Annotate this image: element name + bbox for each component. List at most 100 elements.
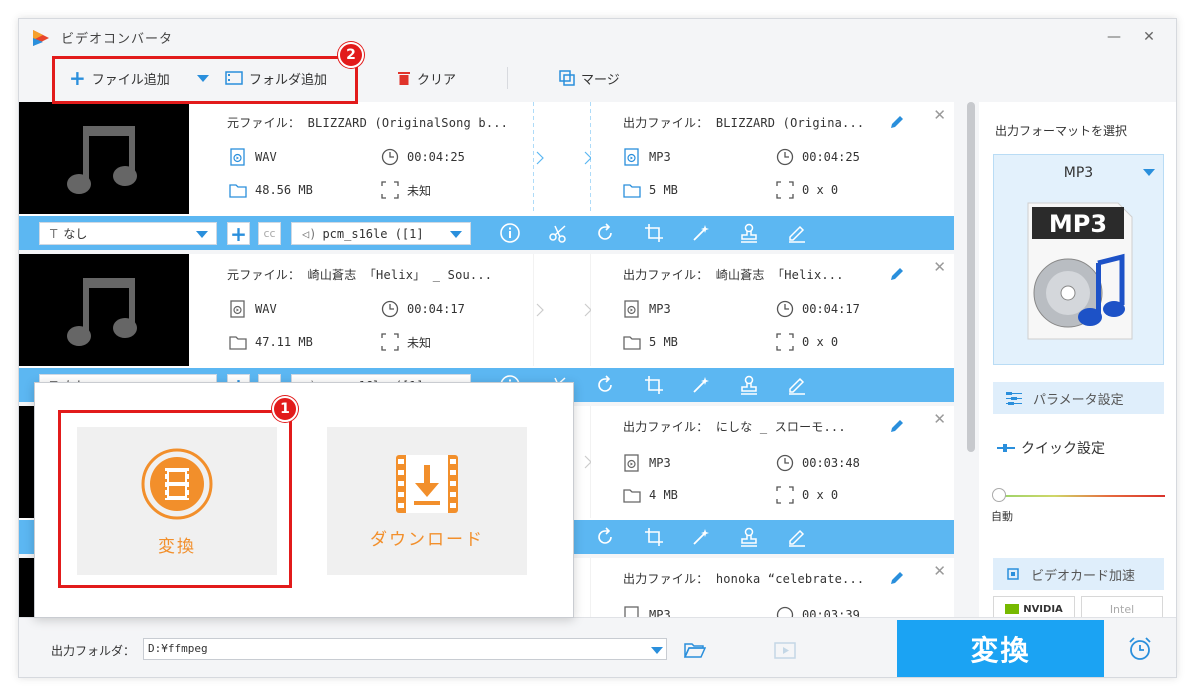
output-format-title: 出力フォーマットを選択: [995, 124, 1128, 138]
step-badge-1: 1: [272, 396, 298, 422]
item-body: 元ファイル： BLIZZARD (OriginalSong b... WAV 0…: [19, 102, 954, 216]
open-folder-icon[interactable]: [684, 642, 706, 658]
source-format-value: WAV: [255, 150, 277, 164]
output-resolution-value: 0 x 0: [802, 183, 839, 197]
crop-icon[interactable]: [643, 222, 665, 244]
cc-button[interactable]: cc: [258, 222, 281, 245]
output-resolution: 0 x 0: [776, 333, 838, 351]
preview-folder-icon[interactable]: [774, 640, 798, 660]
info-icon[interactable]: [499, 222, 521, 244]
plus-icon: +: [230, 221, 247, 246]
add-subtitle-button[interactable]: +: [227, 222, 250, 245]
edit-pencil-icon[interactable]: [889, 266, 905, 282]
minimize-icon[interactable]: —: [1104, 27, 1124, 47]
source-size: 47.11 MB: [229, 333, 313, 351]
merge-button[interactable]: マージ: [559, 67, 620, 89]
audio-file-icon: [624, 300, 639, 318]
gpu-acceleration-button[interactable]: ビデオカード加速: [993, 558, 1164, 590]
output-format: MP3: [623, 148, 671, 166]
watermark-stamp-icon[interactable]: [738, 222, 760, 244]
effect-wand-icon[interactable]: [690, 526, 712, 548]
crop-icon[interactable]: [643, 374, 665, 396]
watermark-stamp-icon[interactable]: [738, 526, 760, 548]
watermark-stamp-icon[interactable]: [738, 374, 760, 396]
source-resolution: 未知: [381, 181, 431, 199]
mp3-icon-text: MP3: [1049, 210, 1107, 238]
remove-item-icon[interactable]: ✕: [933, 410, 946, 428]
convert-button[interactable]: 変換: [897, 620, 1104, 677]
edit-pencil-icon[interactable]: [889, 114, 905, 130]
source-resolution-value: 未知: [407, 335, 432, 350]
parameter-settings-button[interactable]: パラメータ設定: [993, 382, 1164, 414]
resolution-icon: [776, 333, 794, 351]
rotate-icon[interactable]: [594, 374, 616, 396]
download-film-icon: [396, 454, 458, 513]
selected-format: MP3: [1063, 165, 1094, 181]
caret-down-icon: [196, 231, 208, 238]
edit-meta-icon[interactable]: [786, 526, 808, 548]
edit-pencil-icon[interactable]: [889, 570, 905, 586]
folder-icon: [229, 184, 247, 198]
quick-settings: クイック設定: [997, 438, 1105, 458]
output-duration: 00:03:48: [776, 454, 860, 472]
music-note-icon: [67, 126, 137, 194]
folder-icon: [623, 184, 641, 198]
merge-icon: [559, 70, 575, 86]
sliders-icon: [1006, 392, 1022, 405]
source-format: WAV: [229, 300, 277, 318]
remove-item-icon[interactable]: ✕: [933, 562, 946, 580]
output-duration: 00:04:17: [776, 300, 860, 318]
remove-item-icon[interactable]: ✕: [933, 258, 946, 276]
output-format: MP3: [623, 606, 671, 617]
app-logo-icon: [33, 30, 49, 46]
output-size-value: 5 MB: [649, 335, 678, 349]
subtitle-select[interactable]: T なし: [39, 222, 217, 245]
list-scrollbar[interactable]: [967, 102, 975, 452]
clock-icon: [776, 454, 794, 472]
edit-meta-icon[interactable]: [786, 222, 808, 244]
edit-meta-icon[interactable]: [786, 374, 808, 396]
source-file-title: 元ファイル： BLIZZARD (OriginalSong b...: [227, 116, 509, 130]
bottom-bar: 出力フォルダ： D:¥ffmpeg 変換: [19, 617, 1176, 677]
source-duration-value: 00:04:17: [407, 302, 465, 316]
remove-item-icon[interactable]: ✕: [933, 106, 946, 124]
convert-arrow-divider: [533, 102, 591, 214]
output-file-title: 出力ファイル： 崎山蒼志 「Helix...: [623, 268, 844, 282]
audio-track-select[interactable]: ◁) pcm_s16le ([1]: [291, 222, 471, 245]
output-format-selector[interactable]: MP3 MP3: [993, 154, 1164, 365]
caret-down-icon: [1143, 169, 1155, 176]
thumbnail: [19, 102, 189, 214]
audio-file-icon: [230, 148, 245, 166]
alarm-clock-icon[interactable]: [1127, 636, 1153, 662]
clear-button[interactable]: クリア: [397, 67, 456, 89]
caret-down-icon[interactable]: [651, 647, 663, 654]
rotate-icon[interactable]: [594, 526, 616, 548]
rotate-icon[interactable]: [594, 222, 616, 244]
output-folder-label: 出力フォルダ：: [51, 644, 136, 658]
highlight-convert-tile: [58, 410, 292, 588]
list-item: 元ファイル： BLIZZARD (OriginalSong b... WAV 0…: [19, 102, 954, 250]
close-icon[interactable]: ✕: [1139, 27, 1159, 47]
crop-icon[interactable]: [643, 526, 665, 548]
app-title: ビデオコンバータ: [61, 32, 174, 47]
quick-settings-label: クイック設定: [1021, 441, 1105, 457]
scissors-icon[interactable]: [547, 222, 569, 244]
intel-label: Intel: [1109, 602, 1135, 616]
quality-slider-label: 自動: [991, 510, 1013, 523]
resolution-icon: [381, 181, 399, 199]
parameter-settings-label: パラメータ設定: [1033, 392, 1124, 408]
edit-pencil-icon[interactable]: [889, 418, 905, 434]
effect-wand-icon[interactable]: [690, 222, 712, 244]
music-note-icon: [67, 278, 137, 346]
quality-slider-track[interactable]: [999, 495, 1165, 497]
nvidia-label: NVIDIA: [1023, 603, 1063, 615]
download-mode-tile[interactable]: ダウンロード: [327, 427, 527, 575]
effect-wand-icon[interactable]: [690, 374, 712, 396]
clock-icon: [381, 148, 399, 166]
output-folder-input[interactable]: D:¥ffmpeg: [143, 638, 667, 660]
output-duration-value: 00:04:25: [802, 150, 860, 164]
list-item: 元ファイル： 崎山蒼志 「Helix」 _ Sou... WAV 00:04:1…: [19, 254, 954, 402]
quality-slider-handle[interactable]: [992, 488, 1006, 502]
output-size: 4 MB: [623, 486, 678, 504]
audio-file-icon: [624, 606, 639, 617]
